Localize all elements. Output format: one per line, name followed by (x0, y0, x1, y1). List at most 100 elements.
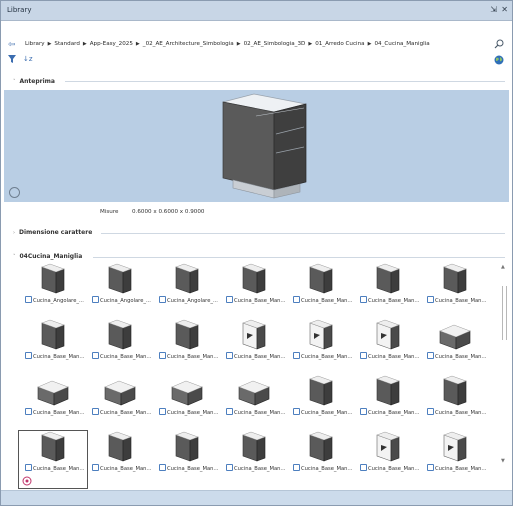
library-item[interactable]: Cucina_Angolare_... (153, 263, 219, 317)
library-item[interactable]: Cucina_Base_Man... (287, 431, 353, 485)
library-item[interactable]: Cucina_Base_Man... (421, 319, 487, 373)
symbol-file-icon (226, 408, 233, 415)
library-item[interactable]: Cucina_Base_Man... (354, 319, 420, 373)
symbol-file-icon (427, 464, 434, 471)
library-item-name: Cucina_Base_Man... (368, 298, 420, 304)
cabinet-thumbnail (108, 431, 132, 462)
folder-section-header[interactable]: ˅ 04Cucina_Maniglia (13, 253, 82, 260)
breadcrumb-item[interactable]: Standard (54, 41, 79, 47)
library-item[interactable]: Cucina_Base_Man... (287, 263, 353, 317)
breadcrumb-item[interactable]: _02_AE_Architecture_Simbologia (143, 41, 234, 47)
library-item-label: Cucina_Base_Man... (360, 408, 430, 416)
library-item[interactable]: Cucina_Base_Man... (86, 319, 152, 373)
breadcrumb-item[interactable]: 04_Cucina_Maniglia (374, 41, 429, 47)
cabinet-thumbnail (242, 263, 266, 294)
library-item-name: Cucina_Base_Man... (234, 410, 286, 416)
library-item[interactable]: Cucina_Base_Man... (354, 431, 420, 485)
breadcrumb-item[interactable]: App-Easy_2025 (90, 41, 133, 47)
scroll-up-icon[interactable]: ▲ (501, 264, 505, 270)
symbol-file-icon (92, 408, 99, 415)
back-arrow-icon[interactable]: ⇦ (8, 40, 16, 50)
breadcrumb-item[interactable]: 01_Arredo Cucina (315, 41, 364, 47)
cabinet-thumbnail (376, 263, 400, 294)
library-item[interactable]: Cucina_Base_Man... (287, 375, 353, 429)
font-size-section-header[interactable]: › Dimensione carattere (13, 229, 92, 236)
scrollbar-thumb[interactable] (502, 286, 507, 340)
cabinet-thumbnail (37, 380, 69, 406)
library-item[interactable]: Cucina_Base_Man... (220, 431, 286, 485)
library-item[interactable]: Cucina_Base_Man... (86, 375, 152, 429)
symbol-file-icon (159, 352, 166, 359)
library-item-label: Cucina_Base_Man... (226, 464, 296, 472)
library-item[interactable]: Cucina_Base_Man... (421, 375, 487, 429)
breadcrumb-bar: ⇦ Library ▶ Standard ▶ App-Easy_2025 ▶ _02_AE_… (1, 39, 512, 53)
breadcrumb-item[interactable]: 02_AE_Simbologia_3D (244, 41, 306, 47)
library-item[interactable]: Cucina_Angolare_... (19, 263, 85, 317)
library-item[interactable]: Cucina_Base_Man... (86, 431, 152, 485)
preview-section-header[interactable]: ˅ Anteprima (13, 78, 55, 85)
symbol-file-icon (159, 408, 166, 415)
breadcrumb-separator-icon: ▶ (135, 41, 140, 47)
library-item[interactable]: Cucina_Base_Man... (354, 263, 420, 317)
close-icon[interactable]: ✕ (501, 5, 508, 14)
library-item[interactable]: Cucina_Base_Man... (287, 319, 353, 373)
library-item-name: Cucina_Base_Man... (167, 410, 219, 416)
cabinet-thumbnail (41, 319, 65, 350)
library-item-label: Cucina_Base_Man... (25, 464, 95, 472)
library-item-name: Cucina_Base_Man... (33, 410, 85, 416)
library-item[interactable]: Cucina_Base_Man... (421, 263, 487, 317)
section-divider (101, 233, 505, 234)
library-item-name: Cucina_Base_Man... (234, 466, 286, 472)
library-item[interactable]: Cucina_Angolare_... (86, 263, 152, 317)
cabinet-thumbnail (242, 319, 266, 350)
breadcrumb-item[interactable]: Library (25, 41, 45, 47)
library-item-label: Cucina_Base_Man... (293, 408, 363, 416)
cabinet-preview-model (222, 93, 307, 199)
library-item-name: Cucina_Base_Man... (167, 466, 219, 472)
symbol-file-icon (159, 296, 166, 303)
library-item-name: Cucina_Base_Man... (100, 466, 152, 472)
library-item-label: Cucina_Base_Man... (159, 464, 229, 472)
preview-pane[interactable] (4, 90, 509, 202)
library-item[interactable]: Cucina_Base_Man... (220, 319, 286, 373)
vertical-scrollbar[interactable]: ▲ ▼ (500, 264, 508, 464)
scroll-down-icon[interactable]: ▼ (501, 458, 505, 464)
library-item[interactable]: Cucina_Base_Man... (354, 375, 420, 429)
library-item[interactable]: Cucina_Base_Man... (19, 319, 85, 373)
cabinet-thumbnail (309, 263, 333, 294)
library-item-label: Cucina_Base_Man... (427, 296, 497, 304)
funnel-icon[interactable] (8, 55, 16, 63)
symbol-file-icon (226, 296, 233, 303)
cabinet-thumbnail (309, 375, 333, 406)
breadcrumb-separator-icon: ▶ (236, 41, 241, 47)
sort-icon[interactable]: ↓z (23, 55, 33, 63)
library-item-label: Cucina_Base_Man... (226, 408, 296, 416)
cabinet-thumbnail (443, 375, 467, 406)
symbol-file-icon (427, 296, 434, 303)
view-orbit-icon[interactable] (9, 187, 20, 198)
symbol-file-icon (226, 464, 233, 471)
library-item[interactable]: Cucina_Base_Man... (153, 375, 219, 429)
cabinet-thumbnail (376, 375, 400, 406)
library-item-name: Cucina_Base_Man... (368, 410, 420, 416)
cabinet-thumbnail (171, 380, 203, 406)
library-item-label: Cucina_Angolare_... (92, 296, 162, 304)
pin-icon[interactable]: ⇲ (490, 5, 497, 14)
library-item[interactable]: Cucina_Base_Man... (153, 431, 219, 485)
folder-section-label: 04Cucina_Maniglia (19, 253, 83, 260)
symbol-file-icon (427, 352, 434, 359)
library-item[interactable]: Cucina_Base_Man... (421, 431, 487, 485)
globe-icon[interactable] (494, 55, 504, 65)
search-icon[interactable] (494, 39, 504, 49)
symbol-file-icon (293, 296, 300, 303)
library-item-name: Cucina_Base_Man... (301, 466, 353, 472)
add-item-icon[interactable] (22, 476, 32, 486)
library-item[interactable]: Cucina_Base_Man... (220, 375, 286, 429)
library-item-label: Cucina_Base_Man... (226, 296, 296, 304)
cabinet-thumbnail (439, 324, 471, 350)
library-item[interactable]: Cucina_Base_Man... (220, 263, 286, 317)
library-item[interactable]: Cucina_Base_Man... (153, 319, 219, 373)
library-item[interactable]: Cucina_Base_Man... (19, 375, 85, 429)
library-item-label: Cucina_Base_Man... (293, 296, 363, 304)
cabinet-thumbnail (41, 431, 65, 462)
